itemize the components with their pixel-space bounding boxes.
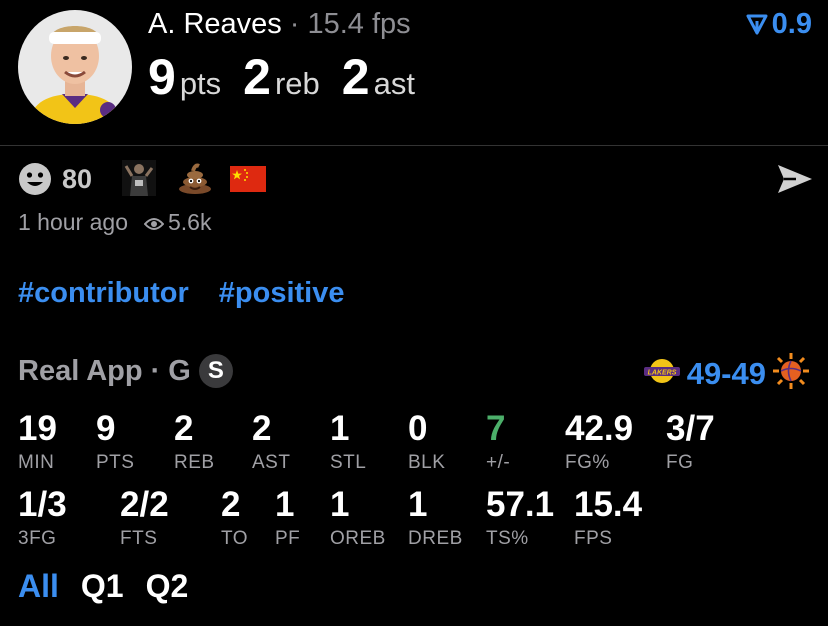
stat-value: 15.4	[574, 485, 643, 524]
stat-value: 2	[174, 409, 194, 448]
stat-value: 0	[408, 409, 428, 448]
stat-value: 2/2	[120, 485, 169, 524]
rating-arrow-icon	[746, 14, 768, 35]
stat-blk: 0 BLK	[408, 411, 445, 474]
stat-fg-pct: 42.9 FG%	[565, 411, 633, 474]
player-fps: 15.4 fps	[307, 8, 411, 40]
stat-label: OREB	[330, 528, 386, 549]
stat-3fg: 1/3 3FG	[18, 487, 67, 550]
stat-pf: 1 PF	[275, 487, 300, 550]
stat-label: REB	[174, 452, 215, 473]
lakers-logo: LAKERS	[643, 358, 681, 389]
stat-label: +/-	[486, 452, 511, 473]
stat-pts-value: 9	[148, 49, 176, 105]
post-card: A. Reaves · 15.4 fps 9 pts 2 reb 2 ast 0.9 80	[0, 0, 828, 626]
stat-fg: 3/7 FG	[666, 411, 715, 474]
stat-label: PTS	[96, 452, 135, 473]
stat-label: FG	[666, 452, 694, 473]
tag-positive[interactable]: #positive	[219, 277, 345, 309]
divider	[0, 145, 828, 146]
stat-fts: 2/2 FTS	[120, 487, 169, 550]
china-flag-icon[interactable]	[230, 166, 266, 192]
stat-reb-unit: reb	[274, 66, 320, 101]
stat-value: 1	[330, 409, 350, 448]
score-value: 49-49	[686, 355, 766, 391]
stat-pts: 9 PTS	[96, 411, 134, 474]
game-source: Real App	[18, 355, 143, 387]
stat-label: STL	[330, 452, 367, 473]
reaction-count: 80	[62, 164, 93, 194]
stat-value: 3/7	[666, 409, 715, 448]
game-source-row: Real App · G S	[18, 354, 233, 388]
stat-label: FPS	[574, 528, 613, 549]
period-tabs: All Q1 Q2	[18, 568, 210, 605]
stat-value: 19	[18, 409, 57, 448]
avatar-headshot-icon	[18, 10, 132, 124]
view-count: 5.6k	[167, 209, 212, 235]
stat-value: 9	[96, 409, 116, 448]
tag-contributor[interactable]: #contributor	[18, 277, 189, 309]
stat-ast: 2 AST	[252, 411, 290, 474]
stat-reb-value: 2	[243, 49, 271, 105]
separator-dot: ·	[289, 8, 300, 40]
stat-value: 42.9	[565, 409, 634, 448]
smiley-icon[interactable]	[18, 162, 52, 196]
stat-value: 1	[330, 485, 350, 524]
stat-value: 2	[221, 485, 241, 524]
player-reaction-icon[interactable]	[122, 160, 156, 196]
hashtags: #contributor #positive	[18, 277, 375, 310]
separator-dot: ·	[150, 355, 161, 387]
tab-q2[interactable]: Q2	[146, 568, 189, 604]
rating[interactable]: 0.9	[746, 8, 812, 41]
stat-label: MIN	[18, 452, 55, 473]
stat-ts-pct: 57.1 TS%	[486, 487, 554, 550]
tab-q1[interactable]: Q1	[81, 568, 124, 604]
svg-text:LAKERS: LAKERS	[647, 370, 676, 377]
post-meta: 1 hour ago 5.6k	[18, 209, 211, 237]
stat-oreb: 1 OREB	[330, 487, 386, 550]
stat-label: TO	[221, 528, 249, 549]
player-statline: 9 pts 2 reb 2 ast	[148, 48, 437, 106]
stat-plus-minus: 7 +/-	[486, 411, 510, 474]
stat-stl: 1 STL	[330, 411, 366, 474]
stat-label: FG%	[565, 452, 610, 473]
stat-label: AST	[252, 452, 291, 473]
stat-label: DREB	[408, 528, 463, 549]
stat-value: 7	[486, 409, 506, 448]
stat-dreb: 1 DREB	[408, 487, 463, 550]
stat-to: 2 TO	[221, 487, 248, 550]
player-position: G	[168, 355, 191, 387]
stat-label: TS%	[486, 528, 529, 549]
stat-pts-unit: pts	[179, 66, 222, 101]
stat-value: 57.1	[486, 485, 555, 524]
stat-reb: 2 REB	[174, 411, 215, 474]
stat-ast-value: 2	[341, 49, 370, 105]
stat-value: 1	[408, 485, 428, 524]
starter-badge: S	[198, 354, 233, 388]
stat-ast-unit: ast	[373, 66, 415, 101]
stat-label: BLK	[408, 452, 446, 473]
stat-label: PF	[275, 528, 301, 549]
post-time: 1 hour ago	[18, 209, 128, 235]
tab-all[interactable]: All	[18, 568, 59, 604]
stat-label: FTS	[120, 528, 158, 549]
stat-value: 1/3	[18, 485, 67, 524]
stat-fps: 15.4 FPS	[574, 487, 642, 550]
eye-icon	[143, 210, 165, 237]
stat-value: 1	[275, 485, 295, 524]
poop-icon[interactable]	[178, 162, 212, 194]
player-avatar[interactable]	[18, 10, 132, 124]
stat-value: 2	[252, 409, 272, 448]
game-score[interactable]: LAKERS 49-49	[643, 352, 810, 395]
stat-min: 19 MIN	[18, 411, 57, 474]
rating-value: 0.9	[771, 8, 812, 40]
stat-label: 3FG	[18, 528, 57, 549]
player-name[interactable]: A. Reaves	[148, 8, 282, 40]
player-header: A. Reaves · 15.4 fps	[148, 8, 411, 41]
send-icon[interactable]	[776, 163, 814, 195]
suns-logo	[772, 352, 810, 395]
